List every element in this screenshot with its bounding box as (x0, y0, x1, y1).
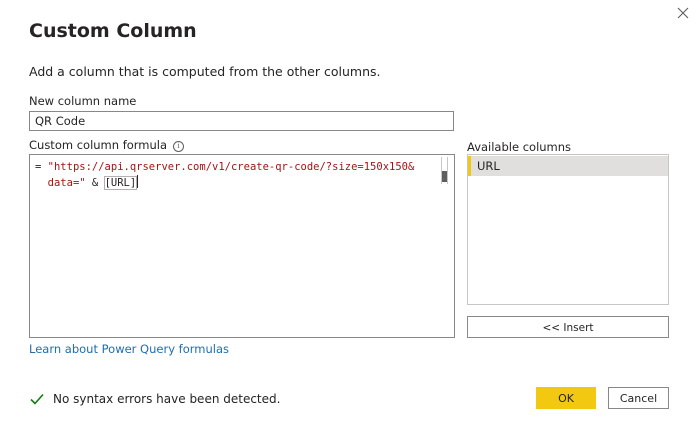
new-column-name-label: New column name (29, 94, 137, 108)
dialog-title: Custom Column (29, 20, 197, 42)
available-columns-list[interactable]: URL (467, 154, 669, 305)
cancel-button[interactable]: Cancel (608, 387, 669, 409)
available-columns-label: Available columns (467, 140, 572, 154)
formula-string-part2: data=" (47, 177, 86, 189)
dialog-description: Add a column that is computed from the o… (29, 64, 381, 79)
custom-column-dialog: Custom Column Add a column that is compu… (0, 0, 699, 438)
learn-power-query-link[interactable]: Learn about Power Query formulas (29, 342, 229, 356)
formula-editor[interactable]: = "https://api.qrserver.com/v1/create-qr… (29, 154, 455, 338)
formula-string-part1: "https://api.qrserver.com/v1/create-qr-c… (47, 161, 415, 173)
info-icon[interactable]: i (173, 141, 185, 152)
close-icon (677, 7, 689, 19)
check-icon (30, 393, 44, 405)
syntax-status-text: No syntax errors have been detected. (53, 392, 281, 406)
formula-column-reference: [URL] (103, 176, 138, 190)
insert-button[interactable]: << Insert (467, 316, 669, 338)
formula-text[interactable]: = "https://api.qrserver.com/v1/create-qr… (35, 159, 435, 191)
syntax-status: No syntax errors have been detected. (29, 391, 280, 407)
text-cursor (137, 175, 139, 188)
formula-concat-operator: & (85, 177, 105, 189)
formula-line-2: data=" & [URL] (35, 175, 435, 191)
close-button[interactable] (672, 2, 694, 24)
new-column-name-input[interactable] (29, 111, 454, 131)
formula-scrollbar[interactable] (441, 157, 448, 184)
formula-operator: = (35, 161, 48, 173)
available-column-item-url[interactable]: URL (468, 156, 668, 176)
ok-button[interactable]: OK (536, 387, 596, 409)
formula-line-1: = "https://api.qrserver.com/v1/create-qr… (35, 159, 435, 175)
custom-column-formula-label: Custom column formula i (29, 138, 185, 152)
formula-scrollbar-thumb[interactable] (442, 171, 447, 182)
custom-column-formula-label-text: Custom column formula (29, 138, 168, 152)
